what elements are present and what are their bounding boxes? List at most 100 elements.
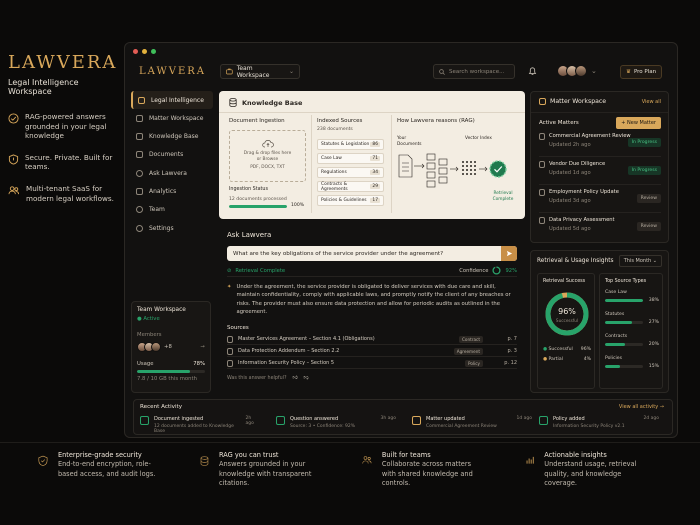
period-value: This Month bbox=[623, 258, 652, 264]
matter-item[interactable]: Commercial Agreement Review Updated 2h a… bbox=[539, 133, 661, 157]
indexed-source-row[interactable]: Contracts & Agreements 29 bbox=[317, 181, 384, 192]
database-icon bbox=[229, 98, 237, 107]
source-name: Contracts & Agreements bbox=[321, 181, 348, 192]
recent-title: Recent Activity bbox=[140, 404, 183, 410]
users-icon bbox=[136, 206, 143, 214]
minimize-dot[interactable] bbox=[142, 49, 147, 54]
source-tag: Agreement bbox=[453, 347, 483, 355]
source-page: p. 7 bbox=[507, 336, 517, 342]
feature-title: Actionable insights bbox=[544, 451, 607, 459]
pro-plan-badge[interactable]: ♛ Pro Plan bbox=[620, 65, 663, 79]
file-dropzone[interactable]: Drag & drop files here or Browse PDF, DO… bbox=[229, 130, 306, 182]
feature-text: Answers grounded in your knowledge with … bbox=[218, 460, 312, 488]
status-badge: In Progress bbox=[627, 138, 661, 147]
feature-title: Built for teams bbox=[381, 451, 431, 459]
source-type-bar bbox=[605, 299, 643, 302]
activity-item[interactable]: Document ingested 12 documents added to K… bbox=[140, 416, 260, 434]
indexed-header: Indexed Sources bbox=[317, 118, 363, 124]
sidebar-item-label: Legal Intelligence bbox=[151, 96, 204, 104]
usage-detail: 7.8 / 10 GB this month bbox=[137, 376, 197, 382]
question-input[interactable]: What are the key obligations of the serv… bbox=[227, 246, 517, 261]
period-select[interactable]: This Month ⌄ bbox=[618, 255, 662, 267]
matter-item[interactable]: Data Privacy Assessment Updated 5d ago R… bbox=[539, 217, 661, 241]
insights-panel: Retrieval & Usage Insights This Month ⌄ … bbox=[530, 250, 669, 393]
status-badge: Review bbox=[636, 194, 661, 203]
sidebar-item-legal-intelligence[interactable]: Legal Intelligence bbox=[131, 91, 213, 109]
feature-text: RAG-powered answers grounded in your leg… bbox=[25, 112, 107, 141]
thumbs-up-icon[interactable]: 👍︎ bbox=[293, 376, 298, 381]
arrow-right-icon[interactable]: → bbox=[201, 344, 205, 350]
indexed-source-row[interactable]: Statutes & Legislation 86 bbox=[317, 139, 384, 150]
view-all-matters-link[interactable]: View all bbox=[642, 99, 661, 105]
sidebar-item-documents[interactable]: Documents bbox=[131, 146, 213, 164]
retrieval-complete-icon bbox=[489, 160, 507, 178]
activity-item[interactable]: Policy added Information Security Policy … bbox=[539, 416, 659, 429]
source-type-row: Policies 15% bbox=[605, 356, 659, 369]
bell-icon[interactable] bbox=[528, 66, 537, 76]
kb-title: Knowledge Base bbox=[242, 98, 303, 107]
indexed-source-row[interactable]: Policies & Guidelines 17 bbox=[317, 195, 384, 206]
sidebar-item-label: Analytics bbox=[149, 187, 177, 195]
member-avatars[interactable]: +8 → bbox=[137, 342, 205, 352]
maximize-dot[interactable] bbox=[151, 49, 156, 54]
source-name: Regulations bbox=[321, 170, 347, 175]
document-icon bbox=[398, 154, 413, 178]
app-window: LAWVERA Team Workspace ⌄ Search workspac… bbox=[124, 42, 678, 438]
feature-security: Enterprise-grade security End-to-end encr… bbox=[38, 451, 163, 479]
usage-bar bbox=[137, 370, 205, 373]
matter-name: Employment Policy Update bbox=[549, 189, 619, 195]
book-icon bbox=[136, 133, 143, 141]
legend-item: ● Partial 4% bbox=[543, 357, 591, 362]
source-citation[interactable]: Data Protection Addendum – Section 2.2 Ag… bbox=[227, 346, 517, 357]
search-input[interactable]: Search workspace... bbox=[433, 64, 515, 79]
indexed-source-row[interactable]: Case Law 71 bbox=[317, 153, 384, 164]
sidebar-item-matter-workspace[interactable]: Matter Workspace bbox=[131, 109, 213, 127]
sidebar-item-analytics[interactable]: Analytics bbox=[131, 182, 213, 200]
feature-secure: Secure. Private. Built for teams. bbox=[8, 153, 120, 172]
source-citation[interactable]: Information Security Policy – Section 5 P… bbox=[227, 358, 517, 369]
divider bbox=[311, 115, 312, 213]
source-name: Case Law bbox=[321, 156, 342, 161]
confidence-ring bbox=[492, 266, 502, 275]
indexed-source-row[interactable]: Regulations 34 bbox=[317, 167, 384, 178]
matter-item[interactable]: Employment Policy Update Updated 3d ago … bbox=[539, 189, 661, 213]
app-logo[interactable]: LAWVERA bbox=[139, 66, 206, 77]
source-type-bar bbox=[605, 343, 643, 346]
chat-icon bbox=[136, 169, 143, 177]
ingestion-status-detail: 12 documents processed bbox=[229, 197, 287, 202]
thumbs-down-icon[interactable]: 👎︎ bbox=[304, 376, 309, 381]
matter-item[interactable]: Vendor Due Diligence Updated 1d ago In P… bbox=[539, 161, 661, 185]
sidebar-item-settings[interactable]: Settings bbox=[131, 219, 213, 237]
sidebar-item-team[interactable]: Team bbox=[131, 201, 213, 219]
feature-text: End-to-end encryption, role-based access… bbox=[57, 460, 156, 478]
send-button[interactable] bbox=[501, 246, 517, 261]
activity-title: Question answered bbox=[290, 416, 339, 422]
activity-item[interactable]: Matter updated Commercial Agreement Revie… bbox=[412, 416, 532, 429]
user-avatars[interactable]: ⌄ bbox=[557, 65, 597, 77]
browse-link[interactable]: or Browse bbox=[230, 157, 305, 163]
ingestion-progress-pct: 100% bbox=[291, 203, 305, 208]
source-type-bar-fill bbox=[605, 365, 620, 368]
source-citation[interactable]: Master Services Agreement – Section 4.1 … bbox=[227, 334, 517, 345]
top-source-types-card: Top Source Types Case Law 38% Statutes 27% C… bbox=[599, 273, 663, 389]
team-status: ● Active bbox=[137, 316, 160, 322]
confidence-value: 92% bbox=[505, 267, 517, 274]
chat-icon bbox=[276, 416, 285, 425]
sidebar-item-knowledge-base[interactable]: Knowledge Base bbox=[131, 128, 213, 146]
activity-detail: Source: 3 • Confidence: 92% bbox=[290, 424, 356, 429]
usage-label: Usage bbox=[137, 361, 154, 367]
source-type-name: Contracts bbox=[605, 334, 628, 339]
activity-item[interactable]: Question answered Source: 3 • Confidence:… bbox=[276, 416, 396, 429]
chevron-down-icon: ⌄ bbox=[288, 68, 294, 75]
new-matter-button[interactable]: + New Matter bbox=[616, 117, 661, 129]
divider bbox=[391, 115, 392, 213]
sidebar-item-ask-lawvera[interactable]: Ask Lawvera bbox=[131, 164, 213, 182]
view-all-activity-link[interactable]: View all activity → bbox=[619, 404, 664, 410]
activity-time: 2d ago bbox=[643, 416, 659, 421]
window-controls bbox=[133, 49, 156, 54]
kb-header: Knowledge Base bbox=[229, 98, 302, 107]
close-dot[interactable] bbox=[133, 49, 138, 54]
workspace-switcher[interactable]: Team Workspace ⌄ bbox=[220, 64, 300, 79]
document-icon bbox=[539, 217, 545, 224]
active-matters-label: Active Matters bbox=[539, 120, 579, 126]
